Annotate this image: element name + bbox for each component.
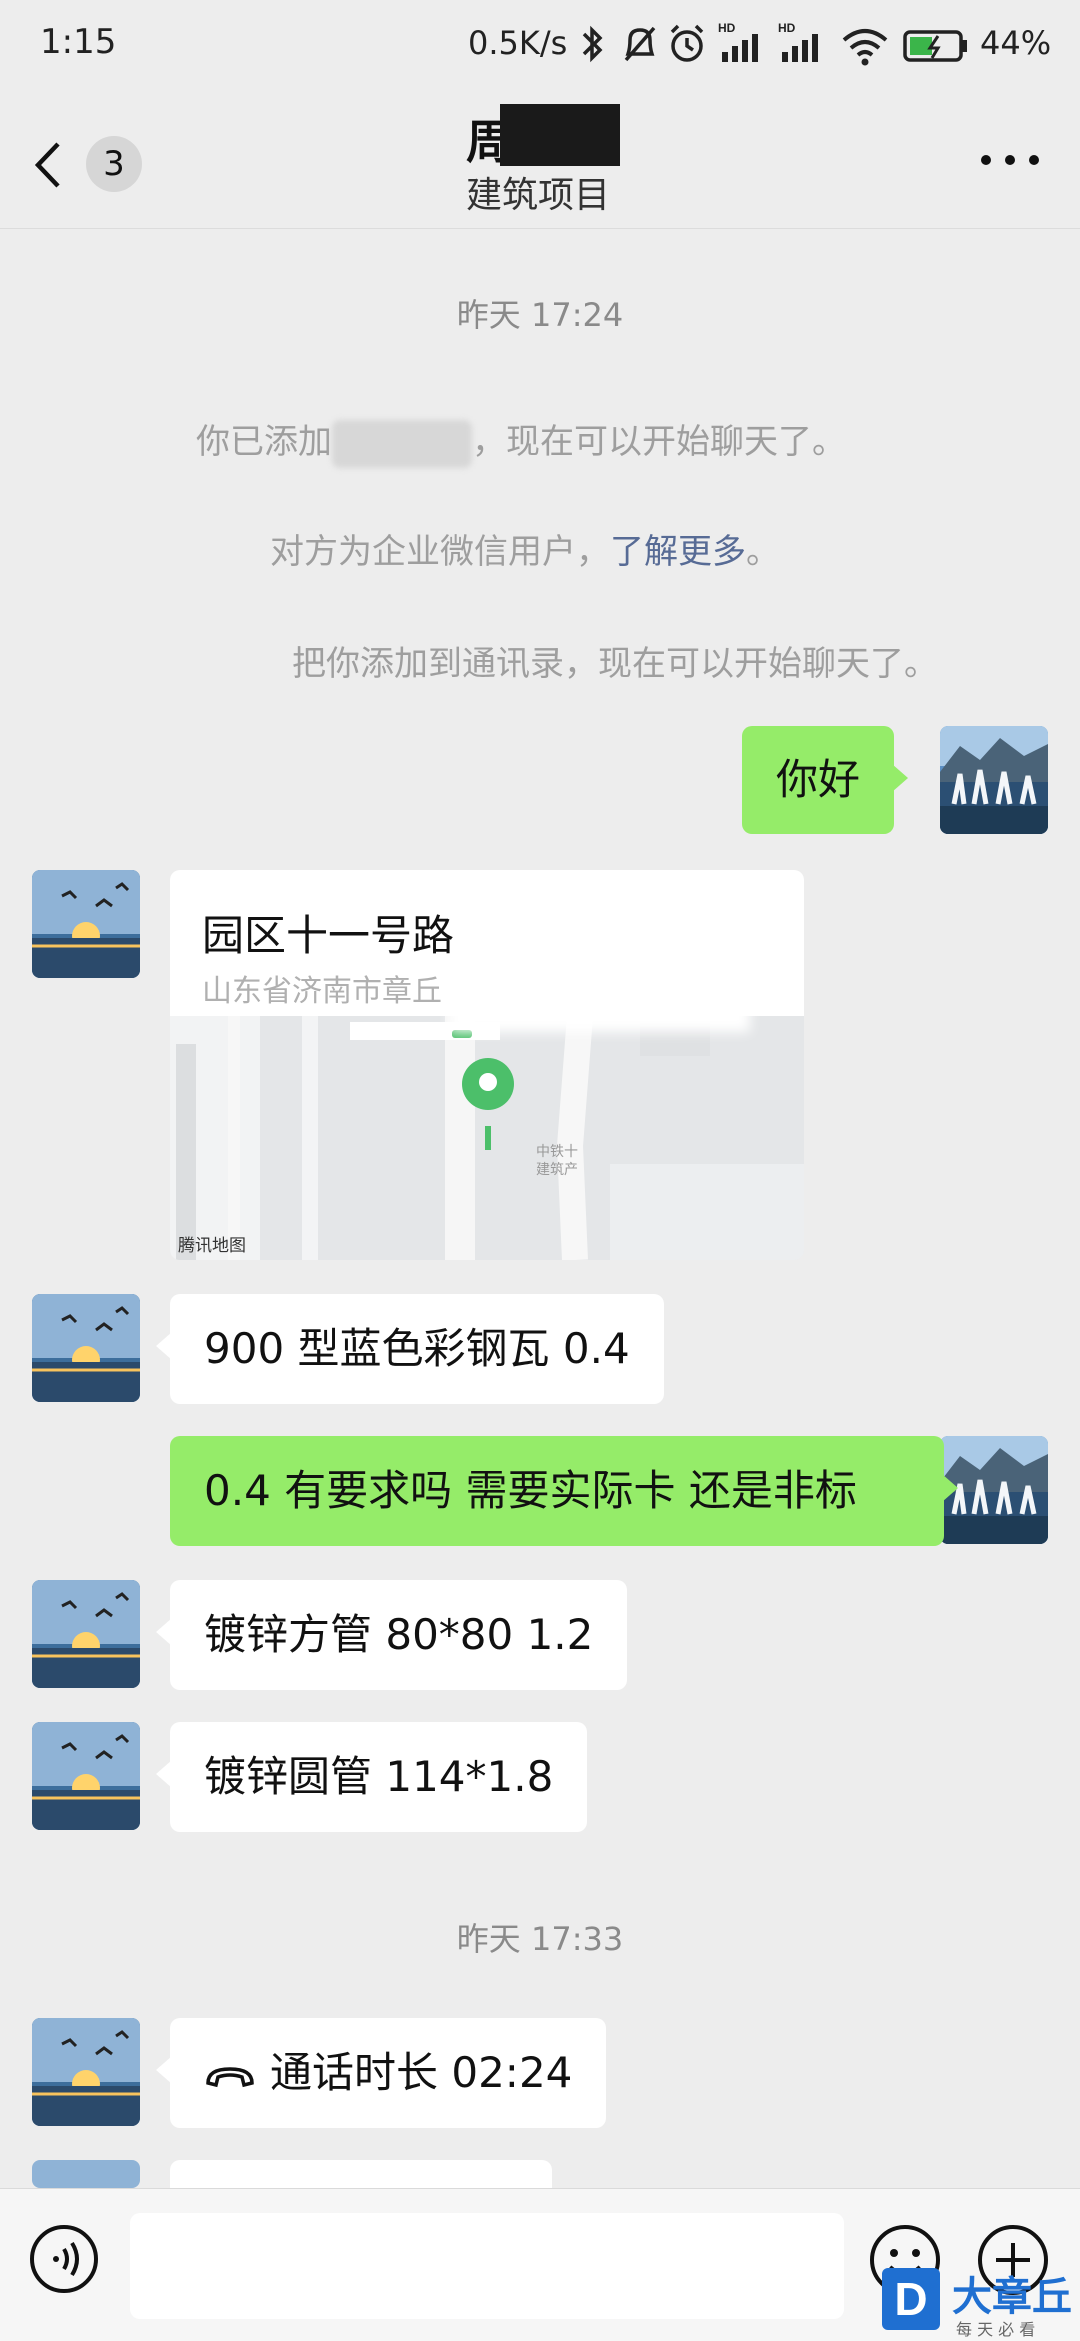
contact-avatar[interactable] xyxy=(32,1722,140,1830)
incoming-message[interactable]: 镀锌圆管 114*1.8 xyxy=(155,1722,588,1832)
map-tiles: 中铁十 建筑产 xyxy=(170,1016,804,1260)
phone-hangup-icon xyxy=(206,2066,254,2087)
network-speed: 0.5K/s xyxy=(468,24,568,62)
contact-avatar[interactable] xyxy=(32,1580,140,1688)
system-message-text: 你已添加 xyxy=(196,422,332,462)
more-options-icon[interactable] xyxy=(970,140,1050,180)
system-message-text: 把你添加到通讯录，现在可以开始聊天了。 xyxy=(292,644,938,684)
chevron-left-icon xyxy=(34,142,60,188)
bluetooth-icon xyxy=(582,25,603,63)
mute-icon xyxy=(624,26,656,62)
message-input[interactable] xyxy=(130,2213,844,2319)
status-bar: 1:15 0.5K/s HD HD 44% xyxy=(0,0,1080,100)
location-title: 园区十一号路 xyxy=(202,911,455,960)
contact-avatar[interactable] xyxy=(32,1294,140,1402)
system-message-text: 对方为企业微信用户， xyxy=(270,532,610,572)
watermark-brand: 大章丘 xyxy=(952,2274,1072,2320)
voice-input-icon[interactable] xyxy=(28,2223,100,2295)
message-timestamp: 昨天 17:24 xyxy=(456,296,624,334)
unread-count-badge: 3 xyxy=(86,136,142,192)
watermark-badge: D xyxy=(882,2268,940,2330)
system-message: 对方为企业微信用户，了解更多。 xyxy=(270,524,780,573)
contact-avatar[interactable] xyxy=(32,2160,140,2188)
system-message-text: ，现在可以开始聊天了。 xyxy=(472,422,846,462)
status-time: 1:15 xyxy=(40,22,117,62)
redaction-block xyxy=(500,104,620,166)
svg-text:HD: HD xyxy=(718,21,736,35)
chat-subtitle: 建筑项目 xyxy=(466,175,611,216)
call-record-message[interactable]: 通话时长 02:24 xyxy=(155,2018,607,2128)
svg-text:HD: HD xyxy=(778,21,796,35)
message-timestamp: 昨天 17:33 xyxy=(456,1920,624,1958)
outgoing-message[interactable]: 0.4 有要求吗 需要实际卡 还是非标 xyxy=(170,1436,958,1546)
outgoing-message[interactable]: 你好 xyxy=(742,726,909,834)
redacted-name xyxy=(332,419,472,468)
incoming-message[interactable] xyxy=(170,2160,552,2188)
location-map[interactable]: 中铁十 建筑产 腾讯地图 xyxy=(170,1016,804,1260)
map-place-label: 建筑产 xyxy=(536,1162,578,1178)
back-button[interactable]: 3 xyxy=(30,130,150,200)
call-duration-text: 通话时长 02:24 xyxy=(270,2048,573,2097)
chat-header: 3 周 建筑项目 xyxy=(0,100,1080,229)
system-message-text: 。 xyxy=(746,532,780,572)
watermark-logo: D 大章丘 每 天 必 看 xyxy=(882,2262,1080,2340)
location-address: 山东省济南市章丘 xyxy=(202,974,442,1009)
learn-more-link[interactable]: 了解更多 xyxy=(610,532,746,572)
wifi-icon xyxy=(842,29,888,66)
map-place-label: 中铁十 xyxy=(536,1144,578,1160)
watermark-slogan: 每 天 必 看 xyxy=(956,2320,1036,2339)
alarm-icon xyxy=(670,24,704,62)
location-message-card[interactable]: 园区十一号路 山东省济南市章丘 中铁十 建筑产 腾讯地图 xyxy=(170,870,804,1260)
incoming-message[interactable]: 900 型蓝色彩钢瓦 0.4 xyxy=(156,1294,664,1404)
contact-avatar[interactable] xyxy=(32,870,140,978)
battery-percentage: 44% xyxy=(980,24,1052,62)
redacted-address xyxy=(450,992,750,1032)
incoming-message[interactable]: 镀锌方管 80*80 1.2 xyxy=(155,1580,628,1690)
hd-signal-icon: HD xyxy=(778,21,818,62)
self-avatar[interactable] xyxy=(940,726,1048,834)
map-credit: 腾讯地图 xyxy=(178,1236,246,1256)
hd-signal-icon: HD xyxy=(718,21,758,62)
contact-avatar[interactable] xyxy=(32,2018,140,2126)
system-message: 把你添加到通讯录，现在可以开始聊天了。 xyxy=(292,636,938,685)
system-message: 你已添加 ，现在可以开始聊天了。 xyxy=(196,414,846,468)
battery-icon xyxy=(903,30,967,62)
